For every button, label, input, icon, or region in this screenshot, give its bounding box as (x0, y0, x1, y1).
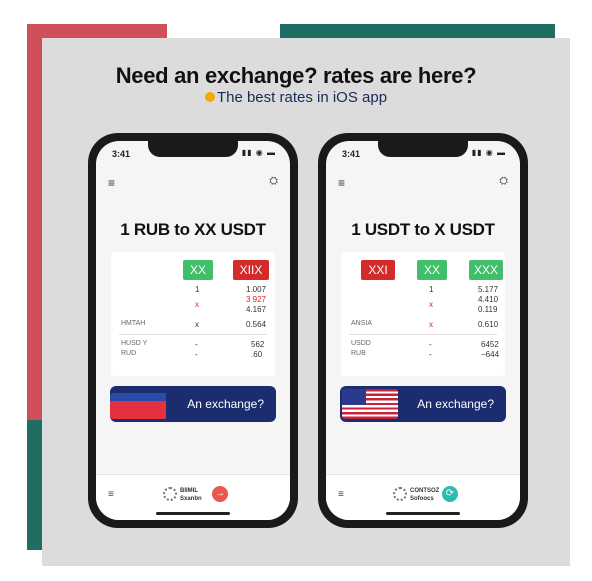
rate-chip[interactable]: XX (417, 260, 447, 280)
bottom-menu-icon[interactable]: ≡ (108, 489, 114, 500)
row-mid: x (429, 320, 433, 329)
row-label: HMTAH (121, 320, 146, 327)
phone-mockup-usdt: 3:41 ▮▮ ◉ ▬ ≡ ⛭ 1 USDT to X USDT XXI XX … (318, 133, 528, 528)
settings-icon[interactable]: ⛭ (269, 175, 278, 188)
conversion-title: 1 RUB to XX USDT (120, 220, 266, 239)
logo-line-1: CONTSOZ (410, 488, 440, 494)
bottom-menu-icon[interactable]: ≡ (338, 489, 344, 500)
row-mid: 1 (429, 285, 434, 294)
bottom-bar: ≡ BIIMIL Sxanbn → (96, 474, 290, 520)
subheadline: The best rates in iOS app (0, 89, 592, 106)
menu-icon[interactable]: ≡ (338, 176, 345, 190)
row-mid: x (429, 300, 433, 309)
row-value: 0.610 (478, 320, 499, 329)
table-divider (119, 334, 267, 335)
row-label: ANSIA (351, 320, 373, 327)
row-value: 562 (251, 340, 265, 349)
row-mid: - (195, 350, 198, 359)
action-badge-icon[interactable]: ⟳ (442, 486, 458, 502)
logo-line-2: Sofoocs (410, 496, 434, 502)
row-mid: - (429, 340, 432, 349)
phone-screen: 3:41 ▮▮ ◉ ▬ ≡ ⛭ 1 RUB to XX USDT XX XIIX… (96, 141, 290, 520)
row-value: .60 (251, 350, 263, 359)
row-value: −644 (481, 350, 500, 359)
row-mid: - (429, 350, 432, 359)
exchange-button-label: An exchange? (187, 397, 264, 411)
row-mid: 1 (195, 285, 200, 294)
phone-notch (148, 141, 238, 157)
row-value: 3 927 (246, 295, 267, 304)
subheadline-text: The best rates in iOS app (216, 89, 388, 106)
row-label: RUD (121, 350, 137, 357)
row-mid: - (195, 340, 198, 349)
row-value: 0.564 (246, 320, 267, 329)
row-value: 4.167 (246, 305, 267, 314)
exchange-button[interactable]: An exchange? (340, 386, 506, 422)
phone-mockup-rub: 3:41 ▮▮ ◉ ▬ ≡ ⛭ 1 RUB to XX USDT XX XIIX… (88, 133, 298, 528)
exchange-button[interactable]: An exchange? (110, 386, 276, 422)
home-indicator (386, 512, 460, 515)
usa-flag-icon (342, 389, 398, 419)
phone-screen: 3:41 ▮▮ ◉ ▬ ≡ ⛭ 1 USDT to X USDT XXI XX … (326, 141, 520, 520)
status-time: 3:41 (112, 149, 131, 159)
row-value: 5.177 (478, 285, 499, 294)
status-icons: ▮▮ ◉ ▬ (471, 148, 506, 157)
rate-chip[interactable]: XX (183, 260, 213, 280)
flag-canton (342, 389, 366, 405)
action-badge-icon[interactable]: → (212, 486, 228, 502)
bottom-bar: ≡ CONTSOZ Sofoocs ⟳ (326, 474, 520, 520)
row-label: RUB (351, 350, 366, 357)
logo-line-2: Sxanbn (180, 496, 202, 502)
row-value: 6452 (481, 340, 499, 349)
app-logo-text: CONTSOZ Sofoocs (410, 487, 439, 503)
headline: Need an exchange? rates are here? (115, 63, 477, 88)
logo-line-1: BIIMIL (180, 488, 198, 494)
rate-chip[interactable]: XXX (469, 260, 503, 280)
table-divider (349, 334, 497, 335)
rates-table: XX XIIX 1 1.007 x 3 927 4.167 HMTAH x 0.… (111, 252, 275, 376)
status-icons: ▮▮ ◉ ▬ (241, 148, 276, 157)
conversion-title: 1 USDT to X USDT (351, 220, 495, 239)
row-value: 0.119 (478, 305, 498, 314)
bullet-dot-icon (204, 92, 215, 102)
phone-notch (378, 141, 468, 157)
row-label: USDD (351, 340, 371, 347)
row-label: HUSD Y (121, 340, 148, 347)
row-value: 4.410 (478, 295, 499, 304)
russia-flag-icon (110, 393, 166, 419)
home-indicator (156, 512, 230, 515)
row-value: 1.007 (246, 285, 267, 294)
app-logo-icon (163, 487, 177, 501)
row-mid: x (195, 300, 199, 309)
app-logo-icon (393, 487, 407, 501)
settings-icon[interactable]: ⛭ (499, 175, 508, 188)
status-time: 3:41 (342, 149, 361, 159)
exchange-button-label: An exchange? (417, 397, 494, 411)
rate-chip[interactable]: XXI (361, 260, 395, 280)
menu-icon[interactable]: ≡ (108, 176, 115, 190)
row-mid: x (195, 320, 199, 329)
rates-table: XXI XX XXX 1 5.177 x 4.410 0.119 ANSIA x… (341, 252, 505, 376)
app-logo-text: BIIMIL Sxanbn (180, 487, 202, 503)
rate-chip[interactable]: XIIX (233, 260, 269, 280)
